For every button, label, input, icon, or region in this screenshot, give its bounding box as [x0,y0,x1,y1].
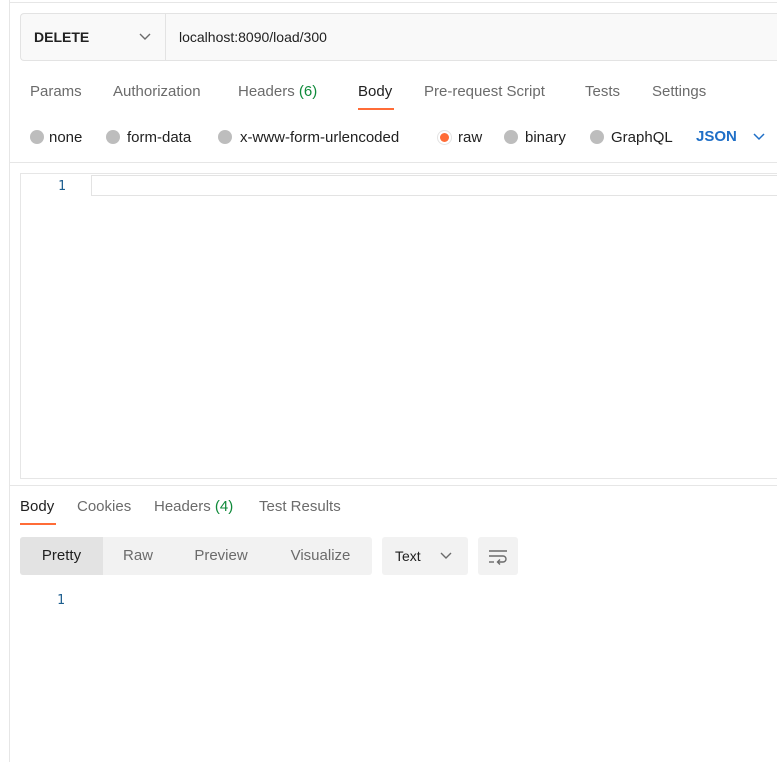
tab-settings[interactable]: Settings [652,83,706,100]
view-mode-control: Pretty Raw Preview Visualize [20,537,372,575]
response-format-select[interactable]: Text [382,537,468,575]
tab-headers-count: (6) [298,83,318,100]
radio-button[interactable] [504,130,518,144]
url-input[interactable]: localhost:8090/load/300 [179,29,327,45]
response-tab-body-underline [20,523,56,525]
response-tab-headers-label: Headers [154,498,211,515]
divider [9,162,777,163]
radio-button[interactable] [218,130,232,144]
radio-label: binary [525,129,566,146]
tab-body[interactable]: Body [358,83,392,100]
radio-label: GraphQL [611,129,673,146]
view-mode-visualize[interactable]: Visualize [269,537,372,575]
response-tab-cookies[interactable]: Cookies [77,498,131,515]
tab-pre-request-script[interactable]: Pre-request Script [424,83,545,100]
line-number: 1 [58,179,66,194]
wrap-lines-button[interactable] [478,537,518,575]
radio-button-selected[interactable] [437,130,452,145]
radio-button[interactable] [590,130,604,144]
top-border [9,2,777,3]
chevron-down-icon [139,33,151,40]
tab-headers-label: Headers [238,83,295,100]
response-line-number: 1 [57,593,65,608]
editor-active-line[interactable] [91,175,777,196]
chevron-down-icon [440,552,452,559]
radio-label: raw [458,129,483,146]
wrap-lines-icon [489,550,507,565]
response-format-label: Text [395,548,421,564]
url-bar: DELETE localhost:8090/load/300 [20,13,777,61]
radio-label: x-www-form-urlencoded [240,129,400,146]
tab-headers[interactable]: Headers (6) [238,83,317,100]
view-mode-raw[interactable]: Raw [103,537,173,575]
method-label: DELETE [34,29,90,45]
view-mode-pretty[interactable]: Pretty [20,537,103,575]
radio-button[interactable] [30,130,44,144]
tab-tests[interactable]: Tests [585,83,620,100]
chevron-down-icon[interactable] [752,131,766,141]
tab-params[interactable]: Params [30,83,82,100]
tab-body-underline [358,108,394,110]
radio-label: none [49,129,83,146]
request-body-editor[interactable]: 1 [20,173,777,479]
response-tab-test-results[interactable]: Test Results [259,498,341,515]
raw-format-select[interactable]: JSON [696,128,737,145]
divider [9,485,777,486]
tab-authorization[interactable]: Authorization [113,83,201,100]
response-tab-headers-count: (4) [214,498,234,515]
left-border [9,0,10,762]
radio-button[interactable] [106,130,120,144]
view-mode-preview[interactable]: Preview [173,537,269,575]
response-tab-body[interactable]: Body [20,498,54,515]
radio-label: form-data [127,129,192,146]
method-select[interactable]: DELETE [21,14,166,60]
response-tab-headers[interactable]: Headers (4) [154,498,233,515]
